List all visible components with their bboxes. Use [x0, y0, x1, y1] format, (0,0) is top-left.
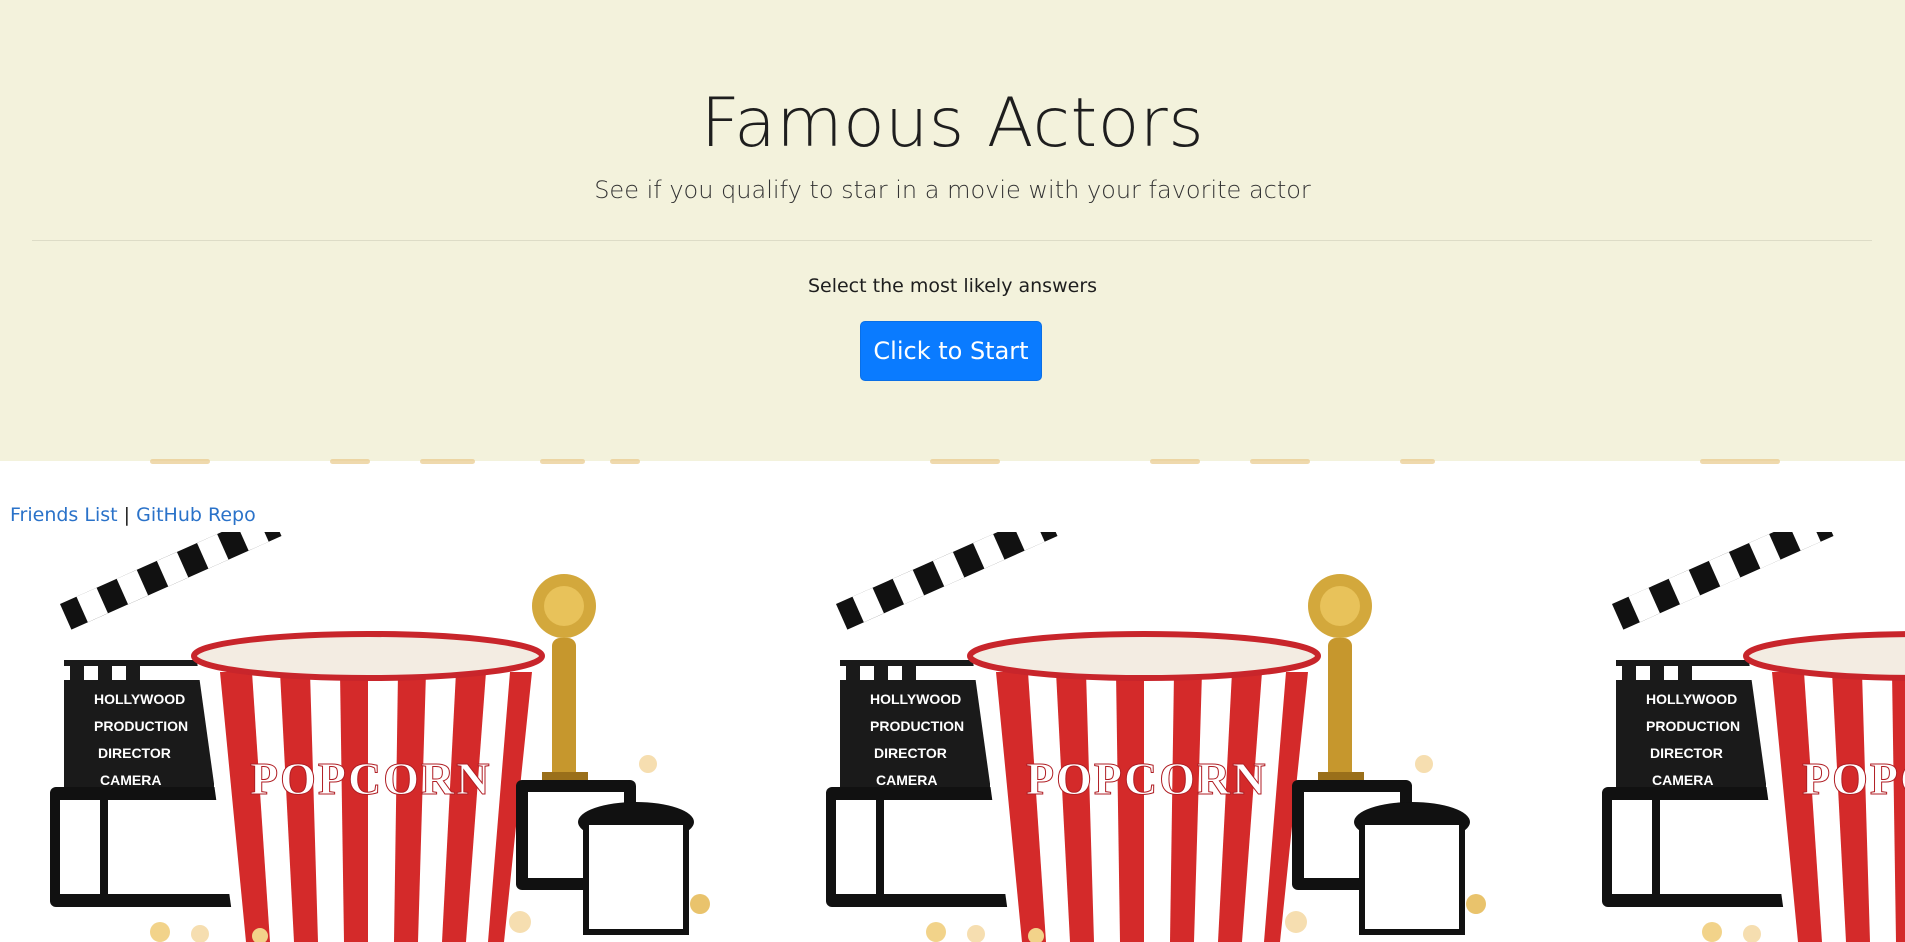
start-button[interactable]: Click to Start	[860, 321, 1042, 381]
clapper-line: DIRECTOR	[98, 745, 171, 761]
clapper-line: HOLLYWOOD	[870, 691, 961, 707]
bucket-text: POPCORN	[250, 753, 491, 804]
clapper-line: PRODUCTION	[94, 718, 188, 734]
friends-list-link[interactable]: Friends List	[10, 504, 118, 526]
clapper-line: PRODUCTION	[870, 718, 964, 734]
clapper-line: HOLLYWOOD	[1646, 691, 1737, 707]
link-separator: |	[123, 504, 131, 526]
page-subtitle: See if you qualify to star in a movie wi…	[594, 176, 1311, 204]
popcorn-background-image: HOLLYWOOD PRODUCTION DIRECTOR CAMERA POP…	[1552, 532, 1905, 942]
page-title: Famous Actors	[700, 84, 1205, 163]
clapper-line: HOLLYWOOD	[94, 691, 185, 707]
divider	[32, 240, 1872, 241]
footer-links: Friends List | GitHub Repo	[10, 504, 256, 526]
clapper-line: CAMERA	[876, 772, 937, 788]
jumbotron: Famous Actors See if you qualify to star…	[0, 0, 1905, 461]
clapper-line: CAMERA	[100, 772, 161, 788]
popcorn-background-image: HOLLYWOOD PRODUCTION DIRECTOR CAMERA POP…	[0, 532, 776, 942]
popcorn-background-icon: HOLLYWOOD PRODUCTION DIRECTOR CAMERA POP…	[1602, 532, 1905, 942]
popcorn-background-icon: HOLLYWOOD PRODUCTION DIRECTOR CAMERA POP…	[50, 532, 710, 942]
popcorn-strip	[0, 459, 1905, 467]
bucket-text: POPCORN	[1026, 753, 1267, 804]
clapper-line: DIRECTOR	[874, 745, 947, 761]
popcorn-background-icon: HOLLYWOOD PRODUCTION DIRECTOR CAMERA POP…	[826, 532, 1486, 942]
bucket-text: POPCORN	[1802, 753, 1905, 804]
popcorn-background-image: HOLLYWOOD PRODUCTION DIRECTOR CAMERA POP…	[776, 532, 1552, 942]
clapper-line: PRODUCTION	[1646, 718, 1740, 734]
instruction-text: Select the most likely answers	[807, 275, 1098, 297]
github-repo-link[interactable]: GitHub Repo	[136, 504, 256, 526]
clapper-line: DIRECTOR	[1650, 745, 1723, 761]
clapper-line: CAMERA	[1652, 772, 1713, 788]
